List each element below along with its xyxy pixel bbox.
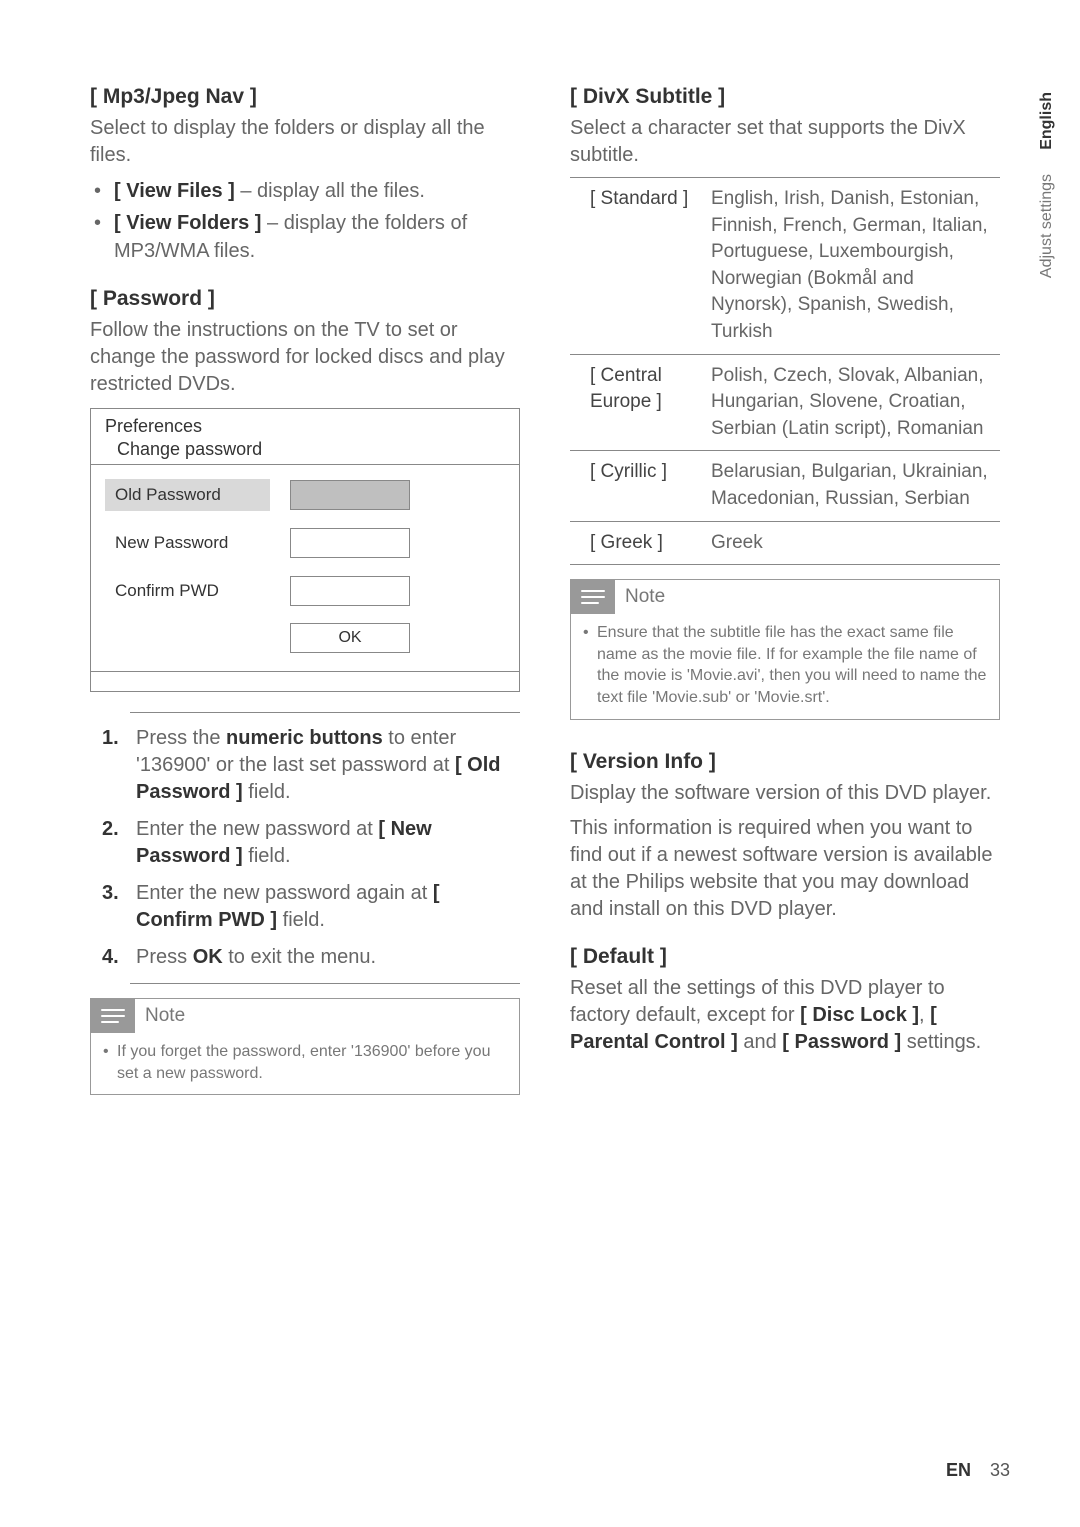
page-footer: EN 33 [946, 1460, 1010, 1481]
note-icon [571, 580, 615, 614]
step-4: Press OK to exit the menu. [130, 944, 520, 971]
steps-rule-bottom [130, 983, 520, 984]
row-standard-label: [ Standard ] [570, 178, 705, 355]
note-body-right: Ensure that the subtitle file has the ex… [583, 622, 987, 708]
row-greek-label: [ Greek ] [570, 521, 705, 565]
panel-footer [91, 671, 519, 691]
panel-header-line1: Preferences [105, 415, 505, 438]
password-panel: Preferences Change password Old Password… [90, 408, 520, 692]
version-body2: This information is required when you wa… [570, 815, 1000, 923]
table-row: [ Greek ]Greek [570, 521, 1000, 565]
new-password-input[interactable] [290, 528, 410, 558]
opt-view-files-rest: – display all the files. [235, 180, 425, 202]
old-password-input[interactable] [290, 480, 410, 510]
default-body: Reset all the settings of this DVD playe… [570, 975, 1000, 1056]
step-1: Press the numeric buttons to enter '1369… [130, 725, 520, 806]
divx-title: [ DivX Subtitle ] [570, 85, 1000, 109]
opt-view-folders: [ View Folders ] – display the folders o… [94, 209, 520, 265]
note-title-left: Note [145, 1005, 185, 1027]
opt-view-folders-label: [ View Folders ] [114, 212, 261, 234]
row-cyrillic-label: [ Cyrillic ] [570, 451, 705, 521]
divx-body: Select a character set that supports the… [570, 115, 1000, 169]
side-tabs: English Adjust settings [1038, 90, 1056, 280]
row-standard-value: English, Irish, Danish, Estonian, Finnis… [705, 178, 1000, 355]
row-cyrillic-value: Belarusian, Bulgarian, Ukrainian, Macedo… [705, 451, 1000, 521]
table-row: [ Standard ]English, Irish, Danish, Esto… [570, 178, 1000, 355]
default-title: [ Default ] [570, 945, 1000, 969]
password-title: [ Password ] [90, 287, 520, 311]
note-box-right: Note Ensure that the subtitle file has t… [570, 579, 1000, 719]
row-central-label: [ Central Europe ] [570, 354, 705, 451]
old-password-label: Old Password [105, 479, 270, 511]
password-body: Follow the instructions on the TV to set… [90, 317, 520, 398]
step-3: Enter the new password again at [ Confir… [130, 880, 520, 934]
version-title: [ Version Info ] [570, 750, 1000, 774]
note-body-left: If you forget the password, enter '13690… [103, 1041, 507, 1084]
new-password-label: New Password [105, 527, 270, 559]
mp3-nav-body: Select to display the folders or display… [90, 115, 520, 169]
step-2: Enter the new password at [ New Password… [130, 816, 520, 870]
table-row: [ Central Europe ]Polish, Czech, Slovak,… [570, 354, 1000, 451]
ok-button[interactable]: OK [290, 623, 410, 653]
steps-rule-top [130, 712, 520, 713]
footer-lang: EN [946, 1460, 971, 1480]
table-row: [ Cyrillic ]Belarusian, Bulgarian, Ukrai… [570, 451, 1000, 521]
version-body1: Display the software version of this DVD… [570, 780, 1000, 807]
mp3-nav-title: [ Mp3/Jpeg Nav ] [90, 85, 520, 109]
opt-view-files: [ View Files ] – display all the files. [94, 177, 520, 205]
note-title-right: Note [625, 586, 665, 608]
note-icon [91, 999, 135, 1033]
tab-english: English [1038, 90, 1056, 152]
note-box-left: Note If you forget the password, enter '… [90, 998, 520, 1095]
password-panel-header: Preferences Change password [91, 409, 519, 465]
tab-adjust-settings: Adjust settings [1038, 172, 1056, 280]
charset-table: [ Standard ]English, Irish, Danish, Esto… [570, 177, 1000, 565]
panel-header-line2: Change password [105, 438, 505, 461]
footer-page: 33 [990, 1460, 1010, 1480]
confirm-pwd-label: Confirm PWD [105, 575, 270, 607]
row-central-value: Polish, Czech, Slovak, Albanian, Hungari… [705, 354, 1000, 451]
opt-view-files-label: [ View Files ] [114, 180, 235, 202]
confirm-pwd-input[interactable] [290, 576, 410, 606]
row-greek-value: Greek [705, 521, 1000, 565]
